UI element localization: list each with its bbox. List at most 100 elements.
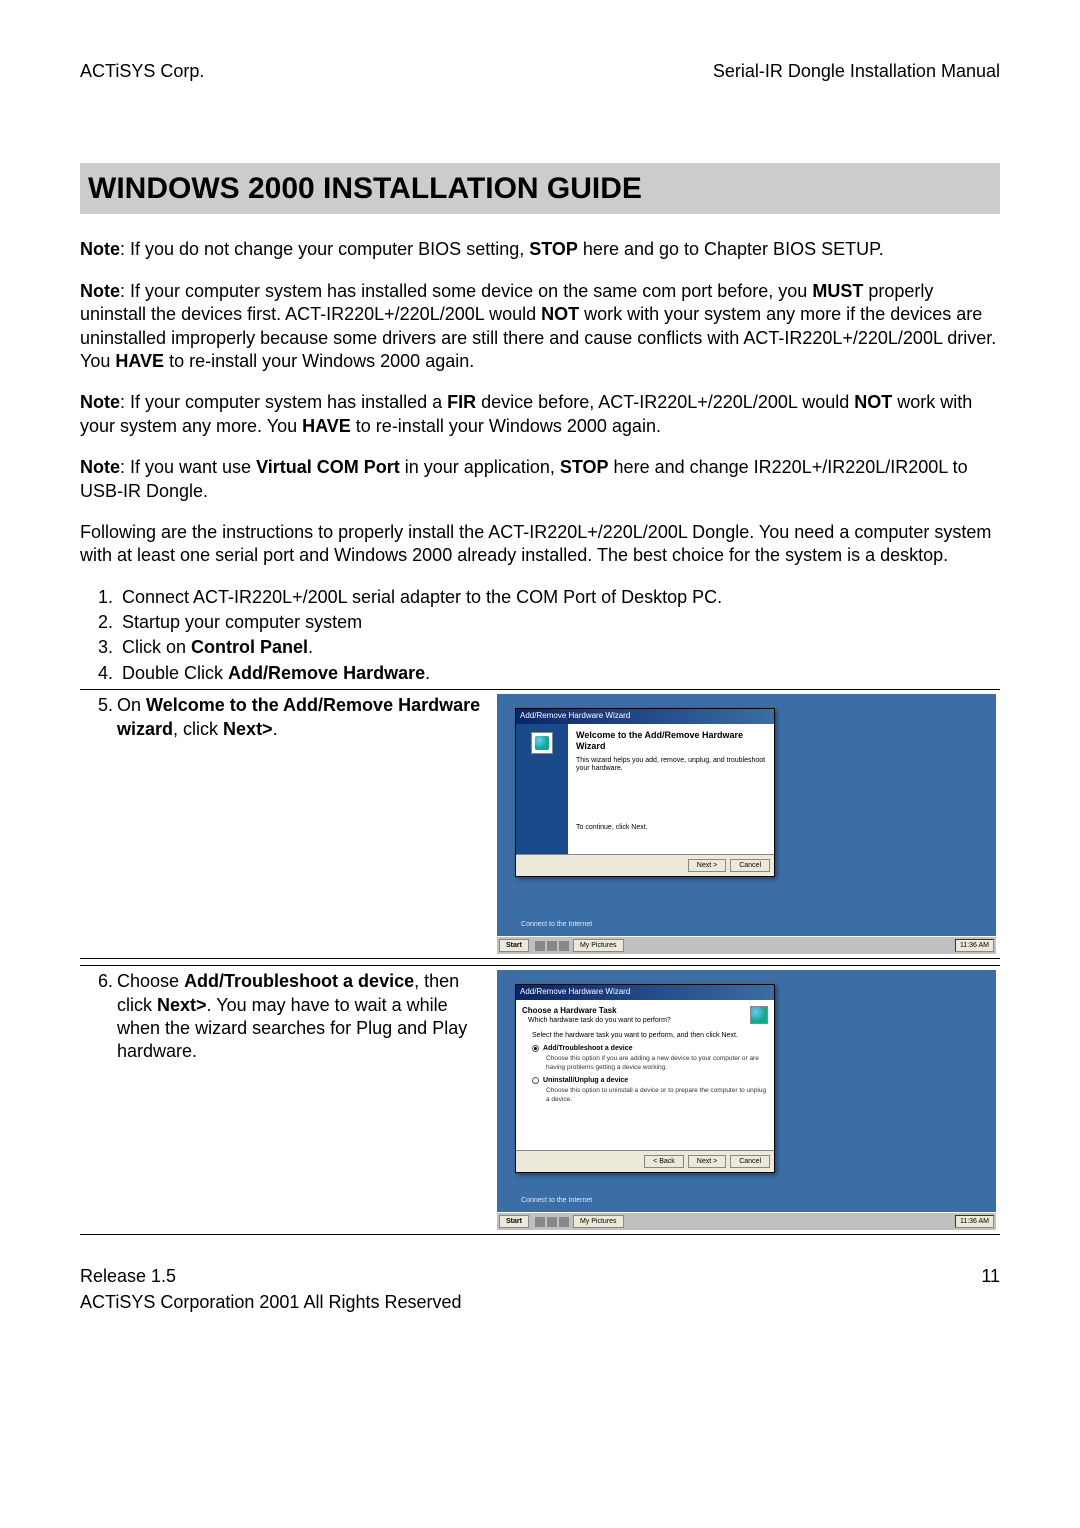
desktop-shortcut-label: Connect to the Internet: [521, 921, 592, 929]
quick-launch-icons: [535, 1217, 569, 1227]
step-2: Startup your computer system: [98, 611, 1000, 634]
step-text: , click: [173, 719, 223, 739]
note-text: : If you do not change your computer BIO…: [120, 239, 529, 259]
note-prefix: Note: [80, 239, 120, 259]
step-3: Click on Control Panel.: [98, 636, 1000, 659]
step-bold: Control Panel: [191, 637, 308, 657]
wizard-titlebar: Add/Remove Hardware Wizard: [516, 709, 774, 723]
header-left: ACTiSYS Corp.: [80, 60, 204, 83]
step-text: On: [117, 695, 146, 715]
start-button[interactable]: Start: [499, 939, 529, 952]
note-text: in your application,: [400, 457, 560, 477]
taskbar: Start My Pictures 11:36 AM: [497, 1212, 996, 1230]
radio-icon: [532, 1045, 539, 1052]
wizard-buttons: Next > Cancel: [516, 854, 774, 876]
note-1: Note: If you do not change your computer…: [80, 238, 1000, 261]
step-6-number: 6.: [80, 966, 117, 1235]
step-text: .: [425, 663, 430, 683]
hardware-icon: [531, 732, 553, 754]
radio-label: Add/Troubleshoot a device: [543, 1044, 632, 1053]
wizard-titlebar: Add/Remove Hardware Wizard: [516, 985, 774, 999]
wizard-prompt: Select the hardware task you want to per…: [532, 1031, 768, 1040]
taskbar-item[interactable]: My Pictures: [573, 939, 624, 952]
intro-paragraph: Following are the instructions to proper…: [80, 521, 1000, 568]
wizard-content: Choose a Hardware Task Which hardware ta…: [516, 1000, 774, 1150]
wizard-window: Add/Remove Hardware Wizard Choose a Hard…: [515, 984, 775, 1172]
note-text: here and go to Chapter BIOS SETUP.: [578, 239, 884, 259]
note-prefix: Note: [80, 392, 120, 412]
step-bold: Welcome to the Add/Remove Hardware wizar…: [117, 695, 480, 738]
note-bold: NOT: [541, 304, 579, 324]
cancel-button[interactable]: Cancel: [730, 859, 770, 872]
taskbar-item[interactable]: My Pictures: [573, 1215, 624, 1228]
release-label: Release 1.5: [80, 1265, 176, 1288]
note-bold: Virtual COM Port: [256, 457, 400, 477]
step-bold: Next>: [157, 995, 207, 1015]
radio-add-troubleshoot[interactable]: Add/Troubleshoot a device: [532, 1044, 768, 1053]
step-text: Click on: [122, 637, 191, 657]
quick-launch-icons: [535, 941, 569, 951]
note-bold: STOP: [529, 239, 578, 259]
screenshot-wizard-welcome: Add/Remove Hardware Wizard Welcome to th…: [497, 694, 996, 954]
page-header: ACTiSYS Corp. Serial-IR Dongle Installat…: [80, 60, 1000, 83]
step-text: Double Click: [122, 663, 228, 683]
cancel-button[interactable]: Cancel: [730, 1155, 770, 1168]
wizard-buttons: < Back Next > Cancel: [516, 1150, 774, 1172]
wizard-heading: Choose a Hardware Task: [522, 1006, 671, 1016]
step-5-number: 5.: [80, 690, 117, 959]
step-4: Double Click Add/Remove Hardware.: [98, 662, 1000, 685]
steps-list: Connect ACT-IR220L+/200L serial adapter …: [98, 586, 1000, 686]
step-5-text: On Welcome to the Add/Remove Hardware wi…: [117, 690, 497, 959]
step-bold: Add/Remove Hardware: [228, 663, 425, 683]
wizard-content: Welcome to the Add/Remove Hardware Wizar…: [568, 724, 774, 854]
next-button[interactable]: Next >: [688, 859, 726, 872]
back-button[interactable]: < Back: [644, 1155, 684, 1168]
note-text: : If your computer system has installed …: [120, 281, 812, 301]
note-text: to re-install your Windows 2000 again.: [351, 416, 661, 436]
radio-desc: Choose this option to uninstall a device…: [546, 1087, 768, 1104]
start-button[interactable]: Start: [499, 1215, 529, 1228]
taskbar: Start My Pictures 11:36 AM: [497, 936, 996, 954]
section-title: WINDOWS 2000 INSTALLATION GUIDE: [80, 163, 1000, 214]
wizard-sidebar: [516, 724, 568, 854]
step-5-row: 5. On Welcome to the Add/Remove Hardware…: [80, 689, 1000, 959]
screenshot-wizard-task: Add/Remove Hardware Wizard Choose a Hard…: [497, 970, 996, 1230]
note-prefix: Note: [80, 457, 120, 477]
step-text: .: [308, 637, 313, 657]
step-bold: Next>: [223, 719, 273, 739]
desktop-shortcut-label: Connect to the Internet: [521, 1197, 592, 1205]
note-bold: NOT: [854, 392, 892, 412]
copyright: ACTiSYS Corporation 2001 All Rights Rese…: [80, 1291, 1000, 1314]
note-bold: FIR: [447, 392, 476, 412]
wizard-continue: To continue, click Next.: [576, 824, 766, 832]
radio-label: Uninstall/Unplug a device: [543, 1076, 628, 1085]
radio-desc: Choose this option if you are adding a n…: [546, 1055, 768, 1072]
wizard-subheading: Which hardware task do you want to perfo…: [528, 1016, 671, 1025]
wizard-heading: Welcome to the Add/Remove Hardware Wizar…: [576, 730, 766, 753]
note-bold: HAVE: [115, 351, 164, 371]
note-4: Note: If you want use Virtual COM Port i…: [80, 456, 1000, 503]
page-footer: Release 1.5 11 ACTiSYS Corporation 2001 …: [80, 1265, 1000, 1314]
wizard-window: Add/Remove Hardware Wizard Welcome to th…: [515, 708, 775, 876]
next-button[interactable]: Next >: [688, 1155, 726, 1168]
step-text: .: [273, 719, 278, 739]
step-text: Choose: [117, 971, 184, 991]
note-text: : If you want use: [120, 457, 256, 477]
note-bold: HAVE: [302, 416, 351, 436]
note-prefix: Note: [80, 281, 120, 301]
page-number: 11: [981, 1265, 1000, 1288]
note-bold: MUST: [812, 281, 863, 301]
taskbar-clock: 11:36 AM: [955, 939, 994, 952]
radio-uninstall-unplug[interactable]: Uninstall/Unplug a device: [532, 1076, 768, 1085]
step-6-text: Choose Add/Troubleshoot a device, then c…: [117, 966, 497, 1235]
wizard-desc: This wizard helps you add, remove, unplu…: [576, 757, 766, 774]
note-text: : If your computer system has installed …: [120, 392, 447, 412]
header-right: Serial-IR Dongle Installation Manual: [713, 60, 1000, 83]
note-2: Note: If your computer system has instal…: [80, 280, 1000, 374]
note-text: to re-install your Windows 2000 again.: [164, 351, 474, 371]
radio-icon: [532, 1077, 539, 1084]
step-6-row: 6. Choose Add/Troubleshoot a device, the…: [80, 965, 1000, 1235]
note-3: Note: If your computer system has instal…: [80, 391, 1000, 438]
taskbar-clock: 11:36 AM: [955, 1215, 994, 1228]
note-text: device before, ACT-IR220L+/220L/200L wou…: [476, 392, 854, 412]
